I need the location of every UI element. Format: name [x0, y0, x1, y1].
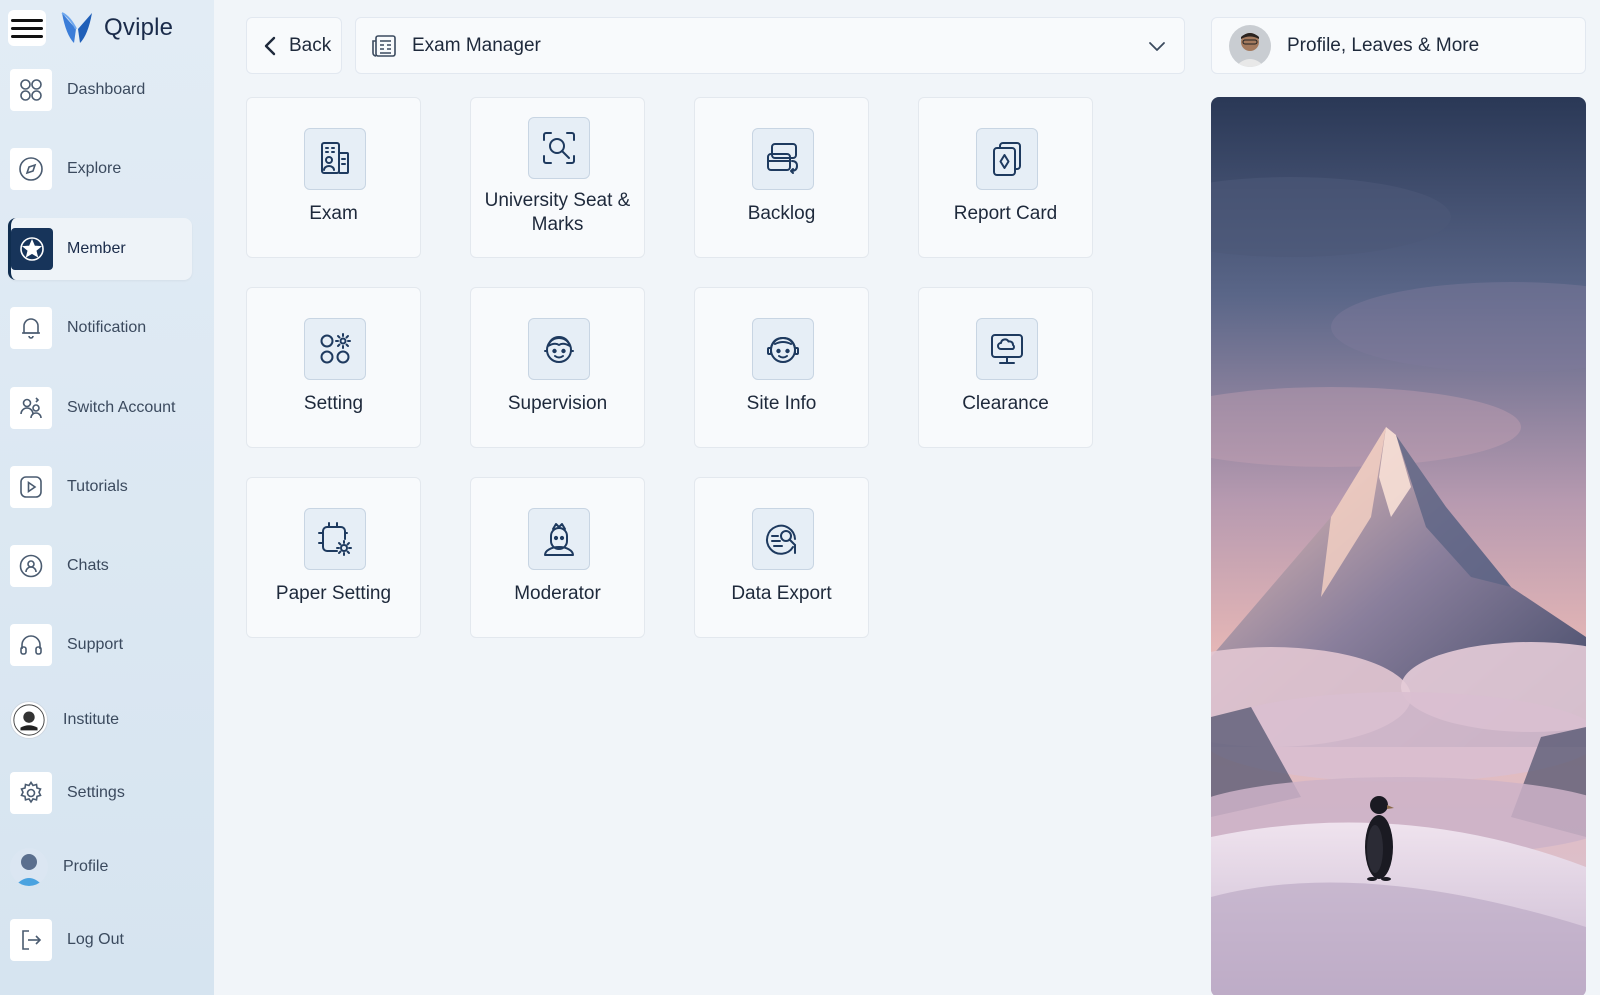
back-button[interactable]: Back — [246, 17, 342, 74]
sidebar-item-chats[interactable]: Chats — [8, 535, 192, 597]
backlog-icon — [752, 128, 814, 190]
exam-icon — [304, 128, 366, 190]
seat-search-icon — [528, 117, 590, 179]
chat-icon — [10, 545, 52, 587]
tile-moderator[interactable]: Moderator — [470, 477, 645, 638]
sidebar: Qviple Dashboard Explore Member Notifica… — [0, 0, 214, 995]
sidebar-item-dashboard[interactable]: Dashboard — [8, 59, 192, 121]
institute-avatar — [10, 701, 48, 739]
sidebar-item-institute[interactable]: Institute — [8, 689, 192, 751]
tile-label: Data Export — [731, 583, 832, 604]
sidebar-item-label: Dashboard — [67, 81, 146, 98]
tile-label: Clearance — [962, 393, 1049, 414]
tile-site-info[interactable]: Site Info — [694, 287, 869, 448]
tile-paper-setting[interactable]: Paper Setting — [246, 477, 421, 638]
sidebar-item-label: Institute — [63, 711, 120, 728]
sidebar-item-tutorials[interactable]: Tutorials — [8, 456, 192, 518]
sidebar-item-settings[interactable]: Settings — [8, 762, 192, 824]
sidebar-item-label: Log Out — [67, 931, 124, 948]
sidebar-item-label: Profile — [63, 858, 109, 875]
tile-supervision[interactable]: Supervision — [470, 287, 645, 448]
logout-icon — [10, 919, 52, 961]
tile-label: Report Card — [953, 203, 1058, 224]
qviple-logo-icon — [61, 12, 92, 43]
paper-setting-icon — [304, 508, 366, 570]
sidebar-item-switch-account[interactable]: Switch Account — [8, 377, 192, 439]
tile-report-card[interactable]: Report Card — [918, 97, 1093, 258]
play-icon — [10, 466, 52, 508]
menu-icon[interactable] — [8, 10, 46, 46]
tile-backlog[interactable]: Backlog — [694, 97, 869, 258]
tile-data-export[interactable]: Data Export — [694, 477, 869, 638]
tile-clearance[interactable]: Clearance — [918, 287, 1093, 448]
bell-icon — [10, 307, 52, 349]
moderator-icon — [528, 508, 590, 570]
sidebar-item-label: Chats — [67, 557, 109, 574]
sidebar-item-label: Explore — [67, 160, 122, 177]
mountain-penguin-image — [1211, 97, 1586, 995]
profile-avatar — [10, 848, 48, 886]
member-badge-icon — [11, 228, 53, 270]
data-export-icon — [752, 508, 814, 570]
profile-menu-button[interactable]: Profile, Leaves & More — [1211, 17, 1586, 74]
sidebar-item-member[interactable]: Member — [8, 218, 192, 280]
dashboard-grid-icon — [10, 69, 52, 111]
tile-label: Moderator — [514, 583, 601, 604]
compass-icon — [10, 148, 52, 190]
clearance-icon — [976, 318, 1038, 380]
headphones-icon — [10, 624, 52, 666]
newspaper-icon — [372, 34, 396, 57]
brand-bar: Qviple — [8, 8, 173, 48]
tile-label: Setting — [303, 393, 364, 414]
setting-apps-icon — [304, 318, 366, 380]
module-label: Exam Manager — [412, 34, 541, 56]
sidebar-item-explore[interactable]: Explore — [8, 138, 192, 200]
tile-university-seat-marks[interactable]: University Seat & Marks — [470, 97, 645, 258]
back-label: Back — [289, 34, 332, 56]
sidebar-item-notification[interactable]: Notification — [8, 297, 192, 359]
sidebar-item-support[interactable]: Support — [8, 614, 192, 676]
user-avatar — [1229, 24, 1271, 67]
chevron-left-icon — [264, 36, 276, 55]
sidebar-item-label: Support — [67, 636, 124, 653]
tile-exam[interactable]: Exam — [246, 97, 421, 258]
module-dropdown[interactable]: Exam Manager — [355, 17, 1185, 74]
sidebar-item-label: Tutorials — [67, 478, 128, 495]
gear-icon — [10, 772, 52, 814]
tile-label: Site Info — [746, 393, 817, 414]
report-card-icon — [976, 128, 1038, 190]
supervision-icon — [528, 318, 590, 380]
sidebar-item-label: Switch Account — [67, 399, 176, 416]
switch-account-icon — [10, 387, 52, 429]
tile-setting[interactable]: Setting — [246, 287, 421, 448]
site-info-icon — [752, 318, 814, 380]
tile-label: Backlog — [747, 203, 816, 224]
tile-label: Exam — [309, 203, 358, 224]
brand-name: Qviple — [104, 14, 174, 41]
chevron-down-icon — [1149, 42, 1165, 51]
sidebar-item-label: Notification — [67, 319, 147, 336]
tile-label: University Seat & Marks — [484, 190, 631, 235]
tile-label: Supervision — [507, 393, 608, 414]
tile-label: Paper Setting — [275, 583, 392, 604]
sidebar-item-label: Settings — [67, 784, 125, 801]
sidebar-item-profile[interactable]: Profile — [8, 836, 192, 898]
sidebar-item-label: Member — [67, 240, 126, 257]
sidebar-item-log-out[interactable]: Log Out — [8, 909, 192, 971]
profile-menu-label: Profile, Leaves & More — [1287, 34, 1480, 56]
